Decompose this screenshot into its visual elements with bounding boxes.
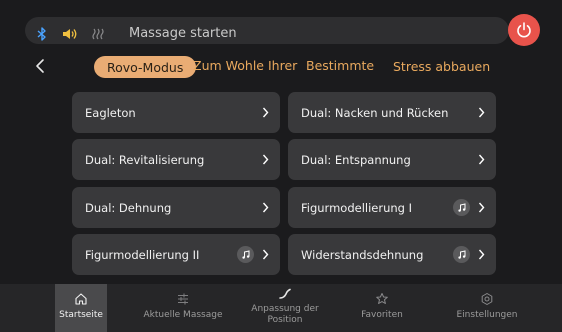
nav-label: Startseite [59, 310, 103, 320]
nav-label: Anpassung der Position [251, 304, 319, 325]
bottom-nav: Startseite Aktuelle Massage Anpassung de… [0, 284, 562, 332]
tab-bestimmte[interactable]: Bestimmte [306, 58, 374, 80]
program-card[interactable]: Dual: Dehnung [72, 187, 280, 228]
tab-rovo-modus[interactable]: Rovo-Modus [94, 56, 197, 78]
program-card[interactable]: Dual: Entspannung [288, 139, 496, 180]
chevron-right-icon [478, 202, 485, 213]
gear-icon [481, 293, 493, 305]
status-pill[interactable]: Massage starten [25, 17, 509, 44]
power-icon [517, 22, 531, 38]
chevron-right-icon [262, 107, 269, 118]
program-card[interactable]: Eagleton [72, 92, 280, 133]
nav-label: Einstellungen [456, 310, 518, 320]
program-label: Dual: Entspannung [301, 152, 411, 167]
program-label: Dual: Dehnung [85, 200, 172, 215]
nav-item-einstellungen[interactable]: Einstellungen [452, 284, 522, 332]
nav-label: Aktuelle Massage [143, 310, 223, 320]
star-icon [376, 293, 388, 304]
chevron-right-icon [262, 249, 269, 260]
sliders-icon [178, 293, 188, 305]
chevron-right-icon [262, 154, 269, 165]
program-label: Figurmodellierung I [301, 200, 413, 215]
program-label: Dual: Nacken und Rücken [301, 105, 449, 120]
speaker-icon[interactable] [56, 20, 83, 47]
program-card[interactable]: Dual: Revitalisierung [72, 139, 280, 180]
program-card[interactable]: Dual: Nacken und Rücken [288, 92, 496, 133]
program-label: Dual: Revitalisierung [85, 152, 205, 167]
home-icon [75, 293, 87, 305]
nav-label: Favoriten [361, 310, 403, 320]
music-note-icon [453, 199, 470, 216]
nav-item-favoriten[interactable]: Favoriten [352, 284, 412, 332]
top-bar: Massage starten [25, 14, 540, 48]
program-card[interactable]: Widerstandsdehnung [288, 234, 496, 275]
massage-status-text: Massage starten [129, 26, 237, 41]
tab-zum-wohle-ihrer[interactable]: Zum Wohle Ihrer [193, 58, 297, 80]
heat-icon[interactable] [84, 20, 111, 47]
back-arrow-icon[interactable] [34, 58, 48, 74]
nav-item-startseite[interactable]: Startseite [55, 284, 107, 332]
main-screen: Massage starten Rovo-Modus Zum Wohle Ihr… [0, 0, 562, 332]
program-label: Widerstandsdehnung [301, 247, 424, 262]
program-card[interactable]: Figurmodellierung II [72, 234, 280, 275]
curve-icon [279, 288, 291, 299]
program-card[interactable]: Figurmodellierung I [288, 187, 496, 228]
chevron-right-icon [478, 107, 485, 118]
chevron-right-icon [478, 154, 485, 165]
tab-stress-abbauen[interactable]: Stress abbauen [393, 59, 490, 81]
nav-item-aktuelle-massage[interactable]: Aktuelle Massage [142, 284, 224, 332]
bluetooth-icon[interactable] [28, 20, 55, 47]
program-label: Figurmodellierung II [85, 247, 200, 262]
power-button[interactable] [508, 14, 540, 46]
nav-item-anpassung-der-position[interactable]: Anpassung der Position [248, 284, 322, 332]
program-label: Eagleton [85, 105, 136, 120]
music-note-icon [237, 246, 254, 263]
chevron-right-icon [262, 202, 269, 213]
music-note-icon [453, 246, 470, 263]
chevron-right-icon [478, 249, 485, 260]
